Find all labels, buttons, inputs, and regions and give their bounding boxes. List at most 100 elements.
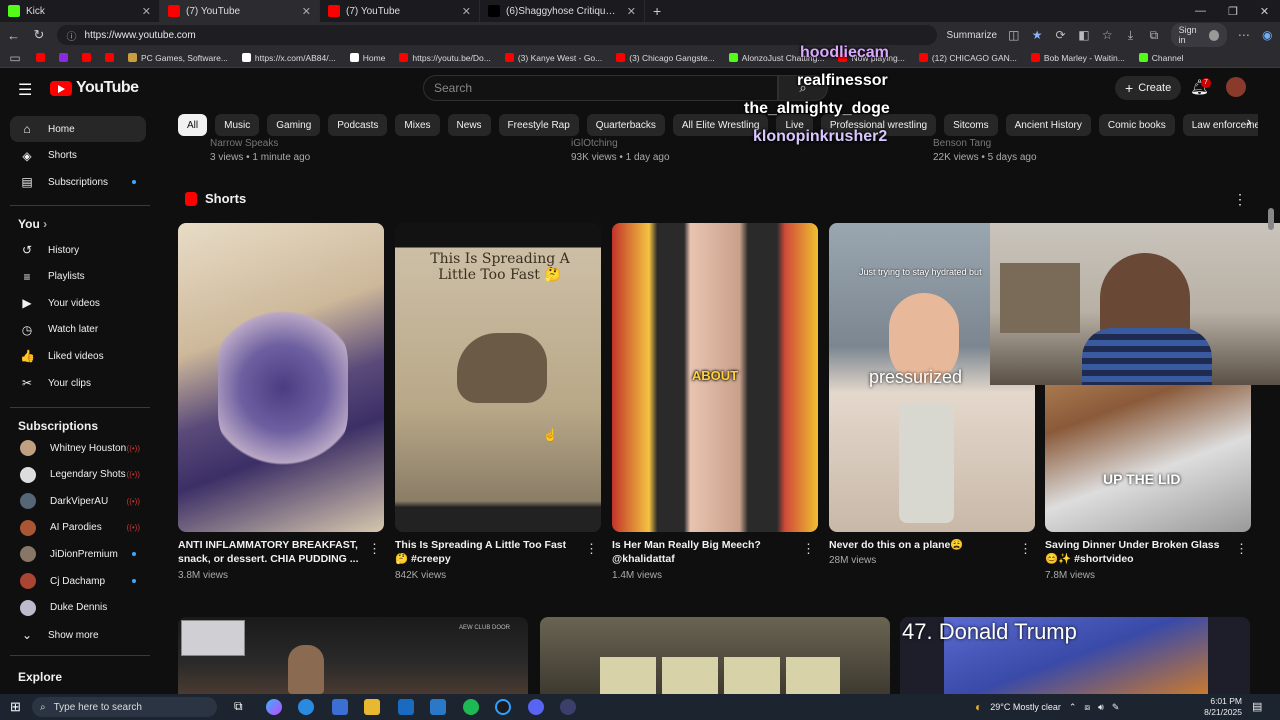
bookmark-item[interactable]	[105, 53, 114, 62]
browser-tab[interactable]: (7) YouTube ✕	[320, 0, 480, 22]
close-window-icon[interactable]: ✕	[1260, 5, 1269, 18]
back-arrow-icon[interactable]: ←	[6, 28, 21, 43]
more-vertical-icon[interactable]: ⋮	[1235, 541, 1248, 557]
sign-in-button[interactable]: Sign in	[1170, 23, 1228, 47]
video-thumbnail-3[interactable]: 47. Donald Trump	[900, 617, 1250, 694]
bookmarks-panel-icon[interactable]: ▭	[8, 51, 22, 65]
bookmark-item[interactable]: Channel	[1138, 53, 1183, 63]
tab-close-icon[interactable]: ✕	[462, 5, 471, 18]
task-view-icon[interactable]: ⧉	[234, 699, 250, 715]
short-thumbnail-1[interactable]	[178, 223, 384, 532]
maximize-icon[interactable]: ❐	[1228, 5, 1238, 18]
bookmark-item[interactable]	[36, 53, 45, 62]
short-title[interactable]: Saving Dinner Under Broken Glass 😊✨ #sho…	[1045, 538, 1230, 566]
more-vertical-icon[interactable]: ⋮	[1233, 191, 1247, 208]
star-icon[interactable]: ★	[1030, 28, 1043, 42]
sidebar-subscription-item[interactable]: Whitney Houston ((•))	[10, 435, 146, 461]
network-icon[interactable]: ⧈	[1084, 702, 1090, 713]
favorites-icon[interactable]: ☆	[1101, 28, 1114, 42]
app-icon[interactable]	[560, 699, 576, 715]
page-scrollbar-thumb[interactable]	[1268, 208, 1274, 230]
edge-app-icon[interactable]	[298, 699, 314, 715]
photos-app-icon[interactable]	[430, 699, 446, 715]
filter-chip[interactable]: News	[447, 114, 491, 136]
menu-dots-icon[interactable]: ⋯	[1237, 28, 1250, 42]
copilot-icon[interactable]: ◉	[1261, 28, 1274, 42]
sidebar-subscription-item[interactable]: JiDionPremium	[10, 541, 146, 567]
filter-chip[interactable]: Comic books	[1098, 114, 1175, 136]
hidden-icons-chevron-icon[interactable]: ⌃	[1069, 702, 1077, 713]
bookmark-item[interactable]: (12) CHICAGO GAN...	[918, 53, 1017, 63]
sidebar-you-heading[interactable]: You ›	[18, 217, 47, 231]
copilot-app-icon[interactable]	[266, 699, 282, 715]
windows-start-icon[interactable]: ⊞	[10, 699, 21, 715]
spotify-app-icon[interactable]	[463, 699, 479, 715]
sidebar-item-history[interactable]: ↺ History	[10, 237, 146, 263]
filter-chip[interactable]: Podcasts	[328, 114, 388, 136]
video-thumbnail-1[interactable]: AEW CLUB DOOR	[178, 617, 528, 694]
sidebar-subscription-item[interactable]: Duke Dennis	[10, 595, 146, 621]
sidebar-item-playlists[interactable]: ≡ Playlists	[10, 264, 146, 290]
sidebar-item-watch-later[interactable]: ◷ Watch later	[10, 317, 146, 343]
outlook-app-icon[interactable]	[398, 699, 414, 715]
site-info-icon[interactable]: ⓘ	[67, 28, 77, 43]
sidebar-subscription-item[interactable]: Cj Dachamp	[10, 568, 146, 594]
chevron-right-icon[interactable]: ›	[1241, 114, 1257, 136]
filter-chip[interactable]: Sitcoms	[944, 114, 998, 136]
sidebar-subscription-item[interactable]: Legendary Shots ((•))	[10, 462, 146, 488]
bookmark-item[interactable]: (3) Kanye West - Go...	[504, 53, 602, 63]
refresh-icon[interactable]: ⟳	[1054, 28, 1067, 42]
short-thumbnail-3[interactable]: ABOUT	[612, 223, 818, 532]
bookmark-item[interactable]: https://youtu.be/Do...	[399, 53, 491, 63]
reader-icon[interactable]: ◫	[1007, 28, 1020, 42]
search-input[interactable]: Search	[423, 75, 778, 101]
short-title[interactable]: ANTI INFLAMMATORY BREAKFAST, snack, or d…	[178, 538, 363, 566]
tab-close-icon[interactable]: ✕	[302, 5, 311, 18]
previous-video-channel[interactable]: Benson Tang	[933, 138, 991, 149]
split-screen-icon[interactable]: ◧	[1077, 28, 1090, 42]
filter-chip[interactable]: Mixes	[395, 114, 440, 136]
taskbar-clock[interactable]: 6:01 PM 8/21/2025	[1200, 696, 1242, 718]
sidebar-subscription-item[interactable]: AI Parodies ((•))	[10, 515, 146, 541]
previous-video-channel[interactable]: Narrow Speaks	[210, 138, 278, 149]
filter-chip[interactable]: Music	[215, 114, 260, 136]
discord-app-icon[interactable]	[528, 699, 544, 715]
video-thumbnail-2[interactable]	[540, 617, 890, 694]
volume-icon[interactable]: 🔊︎	[1098, 702, 1104, 713]
sidebar-show-more[interactable]: ⌄ Show more	[10, 622, 146, 648]
tab-close-icon[interactable]: ✕	[142, 5, 151, 18]
pen-icon[interactable]: ✎	[1112, 702, 1120, 713]
more-vertical-icon[interactable]: ⋮	[368, 541, 381, 557]
bookmark-item[interactable]	[82, 53, 91, 62]
sidebar-item-subscriptions[interactable]: ▤ Subscriptions	[10, 169, 146, 195]
filter-chip[interactable]: All	[178, 114, 208, 136]
short-title[interactable]: Is Her Man Really Big Meech? @khalidatta…	[612, 538, 797, 566]
taskbar-search-input[interactable]: ⌕ Type here to search	[32, 697, 217, 717]
sidebar-item-shorts[interactable]: ◈ Shorts	[10, 143, 146, 169]
notification-center-icon[interactable]: ▤	[1252, 700, 1262, 713]
more-vertical-icon[interactable]: ⋮	[585, 541, 598, 557]
browser-tab[interactable]: (6)Shaggyhose Critiques Kai Cenat ✕	[480, 0, 645, 22]
browser-tab[interactable]: Kick ✕	[0, 0, 160, 22]
minimize-icon[interactable]: —	[1195, 5, 1206, 17]
summarize-button[interactable]: Summarize	[947, 30, 998, 41]
sidebar-item-your-videos[interactable]: ▶ Your videos	[10, 290, 146, 316]
browser-tab[interactable]: (7) YouTube ✕	[160, 0, 320, 22]
short-title[interactable]: This Is Spreading A Little Too Fast 🤔 #c…	[395, 538, 580, 566]
downloads-icon[interactable]: ⤓	[1124, 28, 1137, 43]
file-explorer-icon[interactable]	[364, 699, 380, 715]
sidebar-item-your-clips[interactable]: ✂ Your clips	[10, 370, 146, 396]
more-vertical-icon[interactable]: ⋮	[1019, 541, 1032, 557]
bookmark-item[interactable]: (3) Chicago Gangste...	[616, 53, 715, 63]
new-tab-button[interactable]: +	[653, 3, 661, 19]
short-title[interactable]: Never do this on a plane😩	[829, 538, 1014, 552]
weather-text[interactable]: 29°C Mostly clear	[990, 702, 1061, 712]
sidebar-item-liked-videos[interactable]: 👍 Liked videos	[10, 343, 146, 369]
bookmark-item[interactable]: PC Games, Software...	[128, 53, 228, 63]
more-vertical-icon[interactable]: ⋮	[802, 541, 815, 557]
bookmark-item[interactable]	[59, 53, 68, 62]
filter-chip[interactable]: Gaming	[267, 114, 321, 136]
account-avatar[interactable]	[1226, 77, 1246, 97]
short-thumbnail-2[interactable]: This Is Spreading A Little Too Fast 🤔 ☝	[395, 223, 601, 532]
sidebar-item-home[interactable]: ⌂ Home	[10, 116, 146, 142]
